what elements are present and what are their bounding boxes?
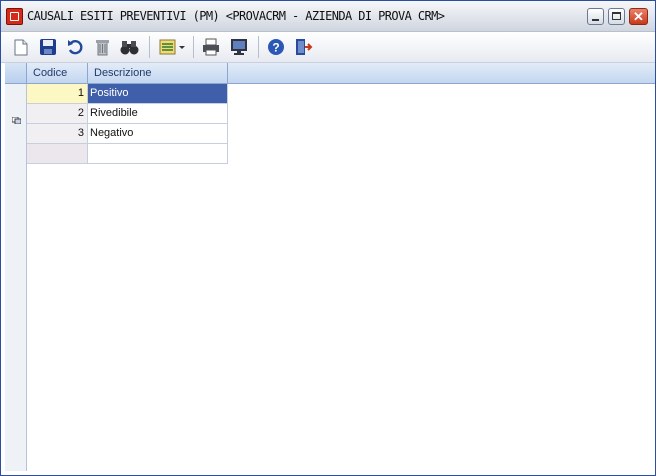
current-row-indicator-icon [12, 117, 21, 124]
maximize-icon [612, 12, 621, 20]
new-document-button[interactable] [11, 38, 31, 56]
cell-descrizione[interactable]: Positivo [88, 84, 228, 104]
row-header-column [5, 63, 27, 471]
app-icon[interactable] [6, 8, 23, 25]
app-window: CAUSALI ESITI PREVENTIVI (PM) <PROVACRM … [0, 0, 656, 476]
undo-icon [68, 40, 83, 55]
preview-monitor-icon [231, 39, 247, 55]
column-header-descrizione[interactable]: Descrizione [88, 63, 228, 84]
cell-descrizione[interactable]: Negativo [88, 124, 228, 144]
column-header-codice[interactable]: Codice [27, 63, 88, 84]
header-filler [228, 63, 655, 84]
view-options-button[interactable] [158, 38, 186, 56]
new-document-icon [14, 39, 28, 56]
exit-icon [296, 39, 313, 55]
save-icon [40, 39, 56, 55]
cell-descrizione[interactable] [88, 144, 228, 164]
maximize-button[interactable] [608, 8, 625, 25]
window-title: CAUSALI ESITI PREVENTIVI (PM) <PROVACRM … [27, 9, 445, 23]
delete-button[interactable] [92, 38, 112, 56]
search-binoculars-icon [120, 41, 139, 55]
cell-descrizione[interactable]: Rivedibile [88, 104, 228, 124]
preview-button[interactable] [229, 38, 249, 56]
close-button[interactable]: ✕ [629, 8, 648, 25]
toolbar-separator [193, 36, 194, 58]
toolbar-separator [258, 36, 259, 58]
help-button[interactable]: ? [266, 38, 286, 56]
delete-icon [96, 40, 109, 56]
minimize-icon [592, 19, 599, 21]
cell-codice[interactable]: 1 [27, 84, 88, 104]
toolbar-separator [149, 36, 150, 58]
print-icon [203, 38, 219, 56]
help-icon: ? [268, 39, 284, 55]
print-button[interactable] [201, 38, 221, 56]
cell-codice[interactable] [27, 144, 88, 164]
toolbar: ? [1, 32, 655, 63]
search-button[interactable] [119, 38, 139, 56]
cell-codice[interactable]: 2 [27, 104, 88, 124]
grid-corner[interactable] [5, 63, 27, 84]
close-icon: ✕ [633, 9, 644, 24]
minimize-button[interactable] [587, 8, 604, 25]
undo-button[interactable] [65, 38, 85, 56]
data-grid: Codice Descrizione 1 Positivo 2 Rivedibi… [1, 63, 655, 475]
save-button[interactable] [38, 38, 58, 56]
title-bar[interactable]: CAUSALI ESITI PREVENTIVI (PM) <PROVACRM … [1, 1, 655, 32]
exit-button[interactable] [293, 38, 313, 56]
svg-text:?: ? [272, 41, 279, 55]
view-options-icon [159, 39, 185, 55]
cell-codice[interactable]: 3 [27, 124, 88, 144]
